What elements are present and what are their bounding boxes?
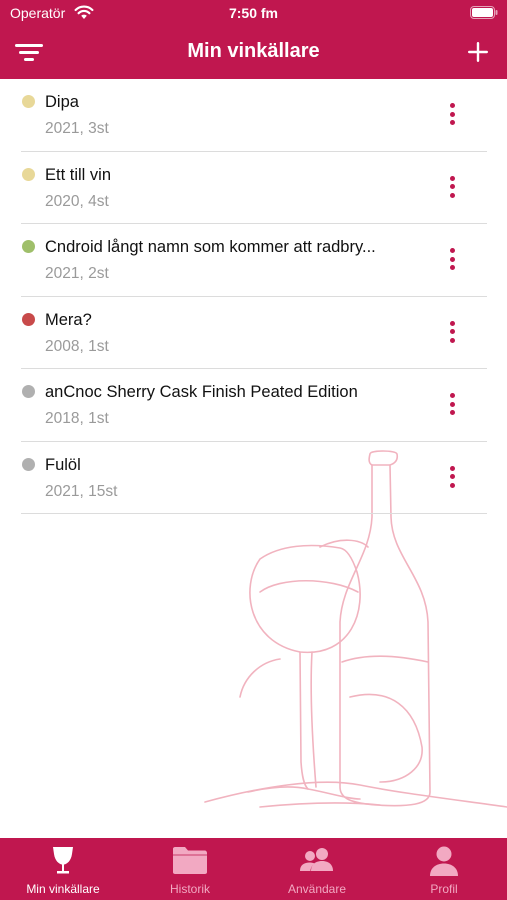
wine-name: Ett till vin xyxy=(45,165,112,184)
wine-name: Cndroid långt namn som kommer att radbry… xyxy=(45,238,376,256)
more-options-button[interactable] xyxy=(442,174,464,200)
wine-type-dot xyxy=(22,167,35,181)
wine-list-item[interactable]: Fulöl 2021, 15st xyxy=(0,442,507,514)
tab-profil[interactable]: Profil xyxy=(381,838,507,900)
tab-label: Användare xyxy=(287,882,347,896)
row-divider xyxy=(21,513,487,514)
tab-label: Min vinkällare xyxy=(26,882,100,896)
folder-icon xyxy=(127,845,253,877)
users-icon xyxy=(254,845,380,877)
more-options-button[interactable] xyxy=(442,391,464,417)
tab-anvandare[interactable]: Användare xyxy=(254,838,380,900)
battery-icon xyxy=(470,6,498,19)
add-wine-button[interactable] xyxy=(465,38,491,66)
tab-historik[interactable]: Historik xyxy=(127,838,253,900)
wine-list-item[interactable]: Ett till vin 2020, 4st xyxy=(0,152,507,224)
wine-name: anCnoc Sherry Cask Finish Peated Edition xyxy=(45,383,358,401)
wine-name: Dipa xyxy=(45,93,79,111)
wine-list-item[interactable]: Cndroid långt namn som kommer att radbry… xyxy=(0,224,507,297)
person-icon xyxy=(381,845,507,877)
tab-bar: Min vinkällare Historik Användare Profil xyxy=(0,838,507,900)
tab-label: Profil xyxy=(430,882,458,896)
wine-year-count: 2020, 4st xyxy=(45,192,109,210)
status-bar: Operatör 7:50 fm xyxy=(0,0,507,26)
wine-year-count: 2021, 2st xyxy=(45,265,109,282)
tab-min-vinkallare[interactable]: Min vinkällare xyxy=(0,838,126,900)
wine-list-item[interactable]: Mera? 2008, 1st xyxy=(0,297,507,369)
wine-name: Mera? xyxy=(45,310,92,329)
wine-type-dot xyxy=(22,240,35,253)
wine-list: Dipa 2021, 3st Ett till vin 2020, 4st Cn… xyxy=(0,79,507,514)
nav-bar: Min vinkällare xyxy=(0,26,507,79)
more-options-button[interactable] xyxy=(442,246,464,272)
wine-list-item[interactable]: Dipa 2021, 3st xyxy=(0,79,507,152)
wine-type-dot xyxy=(22,457,35,471)
plus-icon xyxy=(468,42,488,62)
wine-year-count: 2008, 1st xyxy=(45,337,109,355)
wine-type-dot xyxy=(22,312,35,326)
wine-year-count: 2018, 1st xyxy=(45,410,109,427)
wine-type-dot xyxy=(22,95,35,108)
more-options-button[interactable] xyxy=(442,464,464,490)
tab-label: Historik xyxy=(169,882,210,896)
wine-year-count: 2021, 3st xyxy=(45,120,109,137)
page-title: Min vinkällare xyxy=(187,40,320,62)
more-options-button[interactable] xyxy=(442,101,464,127)
wine-type-dot xyxy=(22,385,35,398)
more-options-button[interactable] xyxy=(442,319,464,345)
wine-cellar-content: Dipa 2021, 3st Ett till vin 2020, 4st Cn… xyxy=(0,79,507,838)
wine-glass-icon xyxy=(0,845,126,877)
wine-list-item[interactable]: anCnoc Sherry Cask Finish Peated Edition… xyxy=(0,369,507,442)
status-time: 7:50 fm xyxy=(228,5,279,21)
wine-name: Fulöl xyxy=(45,455,81,474)
wine-year-count: 2021, 15st xyxy=(45,482,118,500)
